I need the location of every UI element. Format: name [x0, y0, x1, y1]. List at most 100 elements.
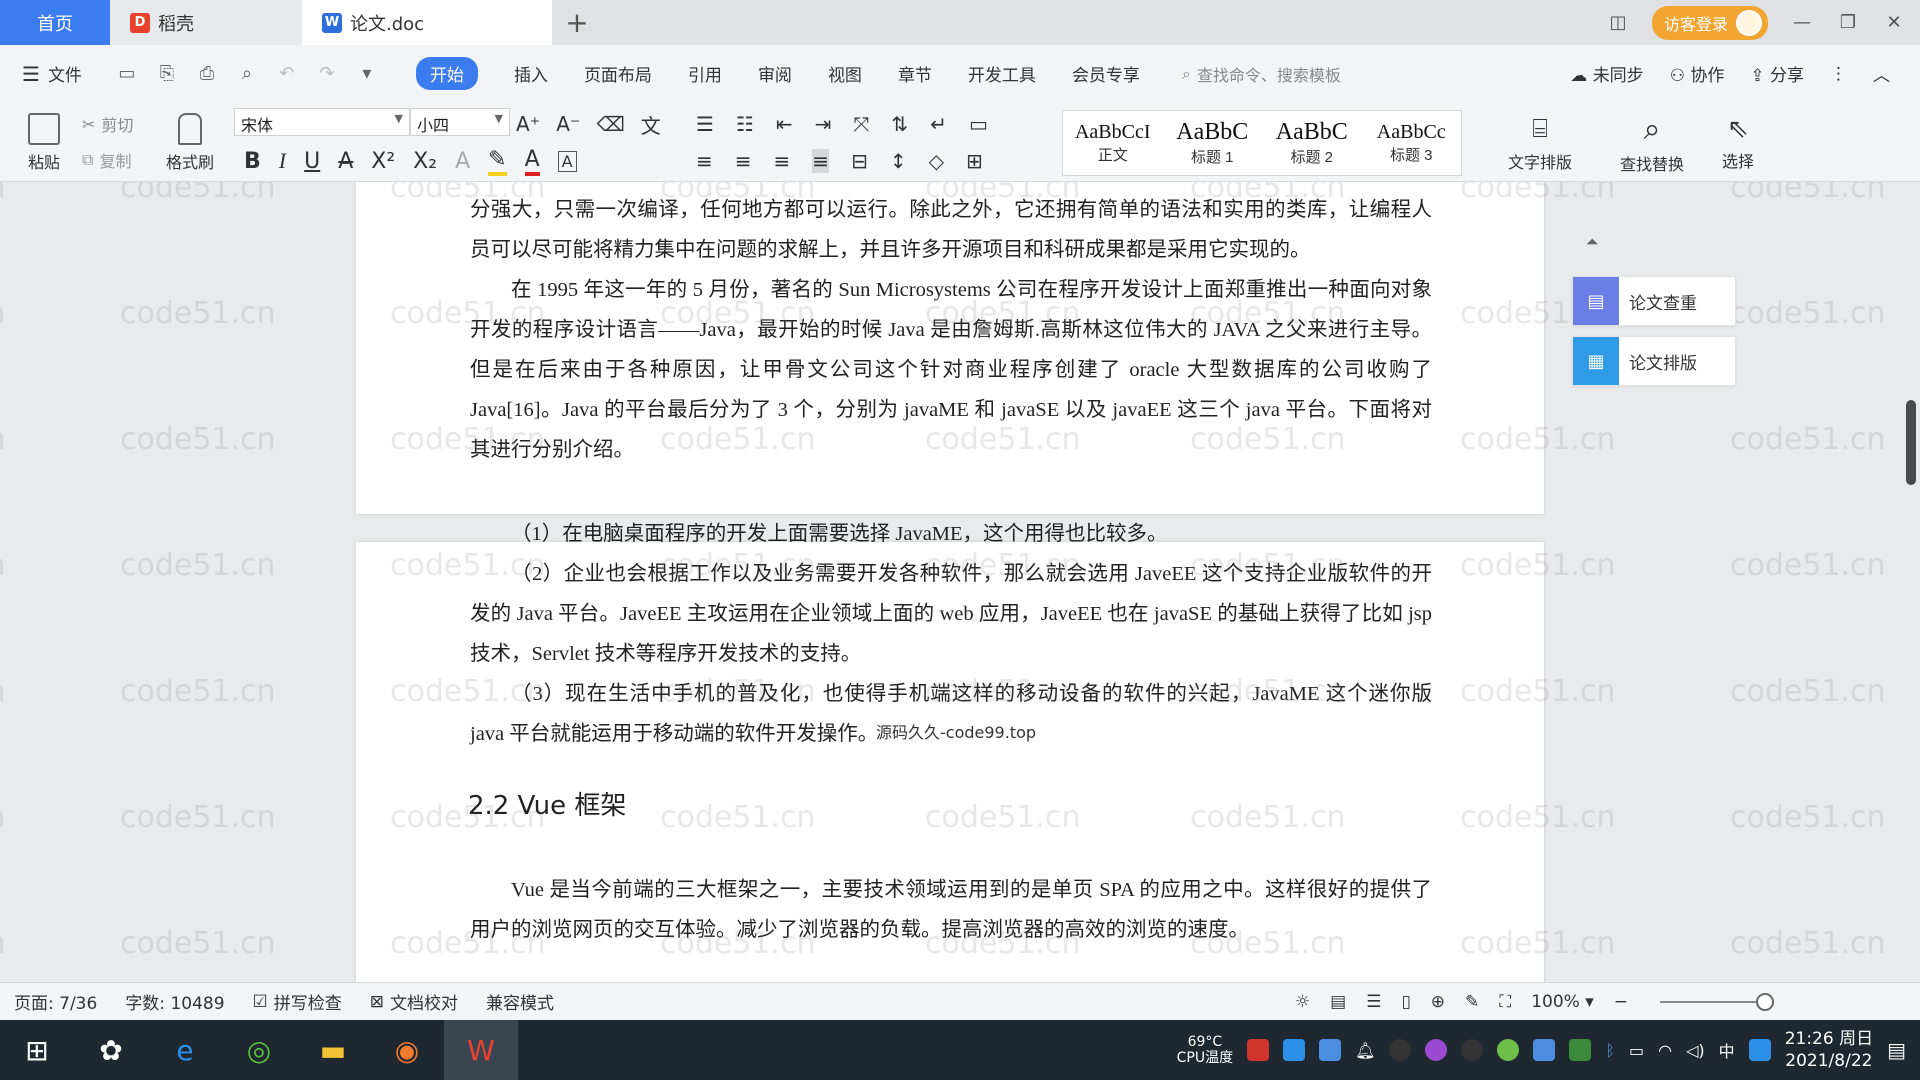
tray-app-icon[interactable] — [1497, 1039, 1520, 1061]
underline-icon[interactable]: U — [304, 149, 320, 174]
font-name-select[interactable]: 宋体 ▼ — [234, 108, 410, 136]
page-indicator[interactable]: 页面: 7/36 — [0, 989, 111, 1014]
grow-font-icon[interactable]: A⁺ — [516, 112, 540, 136]
paste-button[interactable]: 粘贴 — [16, 108, 72, 178]
vertical-scrollbar-thumb[interactable] — [1906, 400, 1916, 485]
menu-member[interactable]: 会员专享 — [1054, 45, 1158, 102]
format-painter-button[interactable]: 格式刷 — [160, 108, 220, 178]
borders-icon[interactable]: ⊞ — [966, 149, 983, 173]
tab-daoke[interactable]: D 稻壳 — [110, 0, 302, 45]
document-workspace[interactable]: 分强大，只需一次编译，任何地方都可以运行。除此之外，它还拥有简单的语法和实用的类… — [0, 182, 1920, 982]
align-right-icon[interactable]: ≡ — [774, 149, 791, 173]
superscript-icon[interactable]: X² — [371, 149, 395, 174]
font-size-select[interactable]: 小四 ▼ — [410, 108, 510, 136]
align-left-icon[interactable]: ≡ — [696, 149, 713, 173]
write-view-icon[interactable]: ✎ — [1465, 992, 1479, 1012]
tray-app-icon[interactable] — [1247, 1039, 1270, 1061]
clock[interactable]: 21:26 周日 2021/8/22 — [1785, 1028, 1873, 1072]
file-explorer-icon[interactable]: ▬ — [296, 1020, 370, 1080]
notification-icon[interactable]: ▤ — [1887, 1038, 1906, 1062]
reading-view-icon[interactable]: ▯ — [1401, 992, 1410, 1012]
thesis-check-button[interactable]: ▤ 论文查重 — [1572, 276, 1736, 326]
app-launcher-icon[interactable]: ✿ — [74, 1020, 148, 1080]
strikethrough-icon[interactable]: A — [338, 149, 353, 174]
style-normal[interactable]: AaBbCcI 正文 — [1063, 111, 1163, 175]
phonetic-icon[interactable]: 文 — [641, 110, 661, 139]
shield-icon[interactable] — [1319, 1039, 1342, 1061]
fit-page-icon[interactable]: ⛶ — [1499, 992, 1511, 1012]
browser-360-icon[interactable]: ◎ — [222, 1020, 296, 1080]
clear-format-icon[interactable]: ⌫ — [597, 112, 625, 136]
shading-icon[interactable]: ◇ — [929, 149, 944, 173]
cut-button[interactable]: ✂ 剪切 — [82, 110, 133, 138]
minimize-icon[interactable]: — — [1790, 12, 1814, 33]
tray-app-icon[interactable] — [1283, 1039, 1306, 1061]
wifi-icon[interactable]: ◠ — [1658, 1041, 1672, 1060]
shrink-font-icon[interactable]: A⁻ — [556, 112, 580, 136]
zoom-out-icon[interactable]: − — [1614, 992, 1628, 1012]
qq-icon[interactable] — [1461, 1039, 1484, 1061]
tray-app-icon[interactable] — [1425, 1039, 1448, 1061]
tab-home[interactable]: 首页 — [0, 0, 110, 45]
font-color-icon[interactable]: A — [524, 147, 540, 176]
print-preview-icon[interactable]: ⌕ — [234, 61, 260, 87]
eye-protect-icon[interactable]: ☼ — [1295, 992, 1310, 1012]
menu-review[interactable]: 审阅 — [740, 45, 810, 102]
tray-app-icon[interactable] — [1533, 1039, 1556, 1061]
numbering-icon[interactable]: ☷ — [736, 112, 754, 136]
line-spacing-icon[interactable]: ↕ — [890, 149, 907, 173]
thesis-layout-button[interactable]: ▦ 论文排版 — [1572, 336, 1736, 386]
word-count[interactable]: 字数: 10489 — [111, 989, 238, 1014]
style-heading-3[interactable]: AaBbCc 标题 3 — [1362, 111, 1462, 175]
collapse-panel-icon[interactable]: ⏶ — [1578, 232, 1606, 258]
zoom-slider-knob[interactable] — [1756, 992, 1774, 1011]
battery-icon[interactable]: ▭ — [1629, 1041, 1644, 1060]
tray-app-icon[interactable] — [1748, 1039, 1771, 1061]
zoom-level[interactable]: 100% ▾ — [1531, 992, 1594, 1012]
save-icon[interactable]: ▭ — [114, 61, 140, 87]
nvidia-icon[interactable] — [1569, 1039, 1592, 1061]
command-search-input[interactable]: ⌕ 查找命令、搜索模板 — [1182, 62, 1341, 86]
visitor-login-button[interactable]: 访客登录 — [1651, 5, 1768, 40]
chinese-layout-icon[interactable]: ⤧ — [853, 112, 869, 136]
show-marks-icon[interactable]: ↵ — [930, 112, 947, 136]
decrease-indent-icon[interactable]: ⇤ — [776, 112, 793, 136]
file-menu[interactable]: ☰ 文件 — [0, 45, 100, 102]
zoom-slider[interactable] — [1660, 992, 1774, 1011]
ime-indicator[interactable]: 中 — [1719, 1038, 1735, 1062]
more-icon[interactable]: ⋮ — [1830, 64, 1847, 84]
ie-browser-icon[interactable]: e — [148, 1020, 222, 1080]
outline-view-icon[interactable]: ☰ — [1366, 992, 1381, 1012]
proofread-button[interactable]: ⊠ 文档校对 — [356, 989, 472, 1015]
bullets-icon[interactable]: ☰ — [696, 112, 714, 136]
bell-icon[interactable]: 🔔︎ — [1355, 1041, 1375, 1060]
export-icon[interactable]: ⎘ — [154, 61, 180, 87]
char-border-icon[interactable]: A — [557, 150, 577, 172]
italic-icon[interactable]: I — [279, 148, 286, 174]
print-icon[interactable]: ⎙ — [194, 61, 220, 87]
page-view-icon[interactable]: ▤ — [1330, 992, 1346, 1012]
tab-document[interactable]: W 论文.doc — [302, 0, 552, 45]
style-heading-1[interactable]: AaBbC 标题 1 — [1163, 111, 1263, 175]
text-layout-button[interactable]: ⌸ 文字排版 — [1490, 108, 1590, 178]
menu-chapter[interactable]: 章节 — [880, 45, 950, 102]
menu-insert[interactable]: 插入 — [496, 45, 566, 102]
subscript-icon[interactable]: X₂ — [413, 149, 437, 174]
bold-icon[interactable]: B — [244, 149, 261, 174]
increase-indent-icon[interactable]: ⇥ — [815, 112, 832, 136]
undo-icon[interactable]: ↶ — [274, 61, 300, 87]
sort-icon[interactable]: ⇅ — [891, 112, 908, 136]
find-replace-button[interactable]: ⌕ 查找替换 — [1602, 108, 1702, 178]
more-dropdown-icon[interactable]: ▾ — [354, 61, 380, 87]
start-icon[interactable]: ⊞ — [0, 1020, 74, 1080]
menu-page-layout[interactable]: 页面布局 — [566, 45, 670, 102]
align-center-icon[interactable]: ≡ — [735, 149, 752, 173]
text-effect-icon[interactable]: A — [455, 149, 470, 174]
style-heading-2[interactable]: AaBbC 标题 2 — [1262, 111, 1362, 175]
justify-icon[interactable]: ≡ — [812, 149, 830, 173]
bluetooth-icon[interactable]: ᛒ — [1605, 1041, 1615, 1060]
highlight-icon[interactable]: ✎ — [488, 147, 507, 176]
menu-references[interactable]: 引用 — [670, 45, 740, 102]
new-tab-button[interactable]: + — [552, 0, 602, 45]
qq-icon[interactable] — [1389, 1039, 1412, 1061]
